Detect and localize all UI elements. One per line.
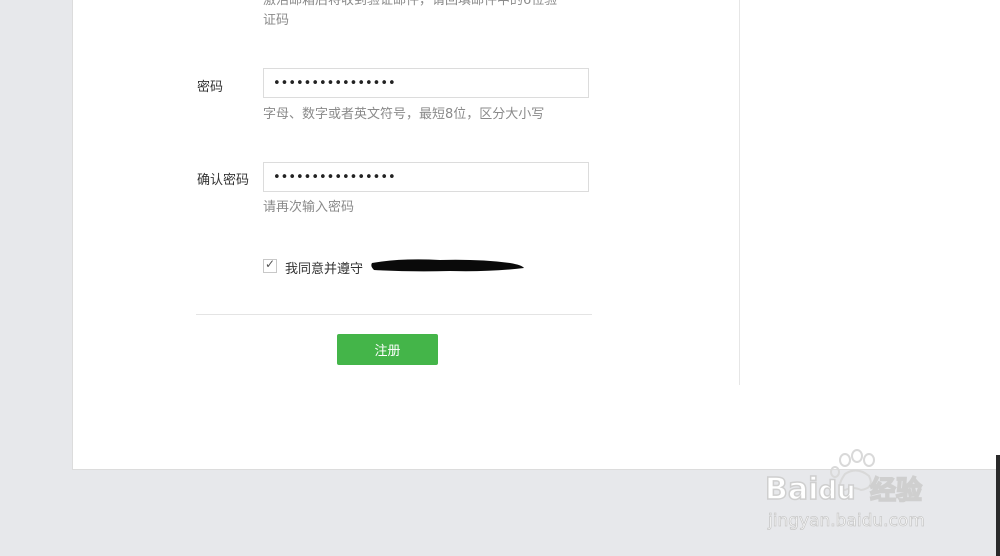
edge-strip (996, 455, 1000, 556)
form-divider (196, 314, 592, 315)
agree-text: 我同意并遵守 (285, 262, 364, 277)
confirm-password-hint: 请再次输入密码 (263, 200, 355, 215)
email-hint-line1: 激活邮箱后将收到验证邮件，请回填邮件中的6位验 (263, 0, 558, 8)
email-hint-line2: 证码 (263, 13, 290, 28)
password-label: 密码 (197, 80, 224, 95)
redacted-agreement-link (371, 259, 524, 272)
watermark-product: 经验 (869, 475, 923, 507)
watermark-bai: Bai (764, 471, 819, 508)
register-button[interactable]: 注册 (337, 334, 438, 365)
confirm-password-label: 确认密码 (197, 173, 250, 188)
page: 激活邮箱后将收到验证邮件，请回填邮件中的6位验 证码 密码 字母、数字或者英文符… (0, 0, 1000, 556)
confirm-password-input[interactable] (263, 162, 589, 192)
password-hint: 字母、数字或者英文符号，最短8位，区分大小写 (263, 107, 545, 122)
watermark-du: du (818, 475, 857, 507)
checkmark-icon: ✓ (265, 257, 276, 271)
agree-checkbox[interactable]: ✓ (263, 257, 277, 273)
watermark-brand: Baidu 经验 (764, 470, 923, 508)
password-input[interactable] (263, 68, 589, 98)
vertical-divider (739, 0, 740, 385)
watermark-url: jingyan.baidu.com (768, 511, 926, 532)
